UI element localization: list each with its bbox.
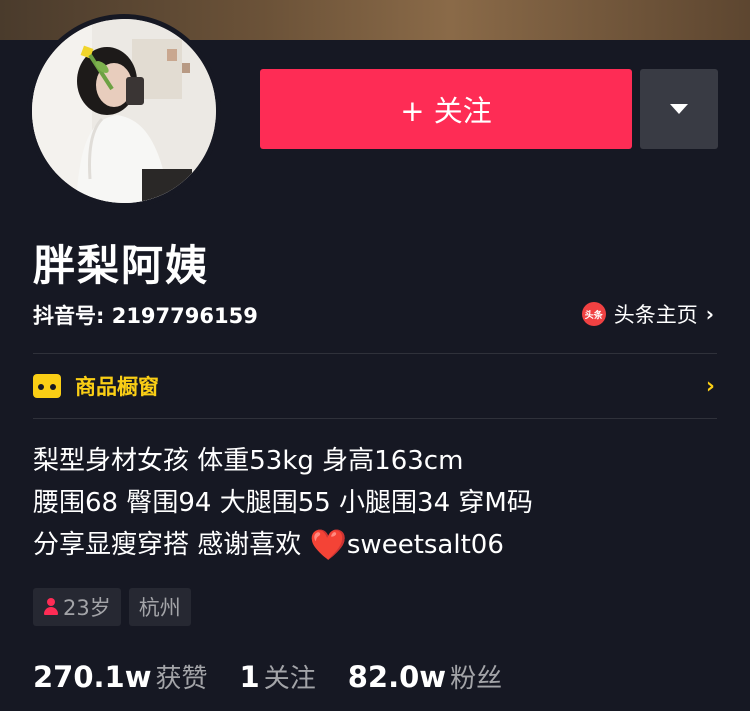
following-label: 关注 <box>263 664 316 694</box>
city-label: 杭州 <box>138 596 181 620</box>
nickname: 胖梨阿姨 <box>33 241 210 290</box>
bio-line: 腰围68 臀围94 大腿围55 小腿围34 穿M码 <box>33 488 533 518</box>
shop-window-label: 商品橱窗 <box>75 375 159 399</box>
bio-handle: sweetsalt06 <box>346 530 504 560</box>
avatar-ring[interactable] <box>27 14 221 208</box>
bio-line: 梨型身材女孩 体重53kg 身高163cm <box>33 446 464 476</box>
divider <box>33 418 717 419</box>
following-stat[interactable]: 1 关注 <box>240 658 316 695</box>
following-count: 1 <box>239 660 260 694</box>
age-tag: 23岁 <box>33 588 121 626</box>
fans-count: 82.0w <box>347 660 447 694</box>
avatar[interactable] <box>32 19 216 203</box>
likes-count: 270.1w <box>33 660 152 694</box>
douyin-id: 抖音号: 2197796159 <box>33 304 258 328</box>
chevron-right-icon: › <box>705 373 715 399</box>
bio-text: 分享显瘦穿搭 感谢喜欢 <box>33 530 310 560</box>
more-options-button[interactable] <box>640 69 718 149</box>
avatar-photo-icon <box>32 19 216 203</box>
toutiao-homepage-label: 头条主页 <box>613 303 698 327</box>
age-label: 23岁 <box>63 596 111 620</box>
follow-button[interactable]: + 关注 <box>260 69 632 149</box>
toutiao-logo-icon: 头条 <box>581 302 606 326</box>
shop-window-row[interactable]: 商品橱窗 › <box>33 354 717 418</box>
fans-stat[interactable]: 82.0w 粉丝 <box>348 658 502 695</box>
bio-line: 分享显瘦穿搭 感谢喜欢 ❤️sweetsalt06 <box>33 524 533 567</box>
bio: 梨型身材女孩 体重53kg 身高163cm 腰围68 臀围94 大腿围55 小腿… <box>33 440 533 567</box>
chevron-right-icon: › <box>705 302 714 326</box>
likes-stat[interactable]: 270.1w 获赞 <box>33 658 208 695</box>
caret-down-icon <box>670 104 688 114</box>
likes-label: 获赞 <box>155 664 208 694</box>
toutiao-homepage-link[interactable]: 头条 头条主页 › <box>581 299 714 329</box>
person-icon <box>43 598 59 616</box>
heart-icon: ❤️ <box>309 528 347 563</box>
city-tag: 杭州 <box>128 588 191 626</box>
fans-label: 粉丝 <box>450 664 503 694</box>
shop-icon <box>33 374 61 398</box>
profile-tags: 23岁 杭州 <box>33 588 191 626</box>
profile-stats: 270.1w 获赞 1 关注 82.0w 粉丝 <box>33 658 502 695</box>
